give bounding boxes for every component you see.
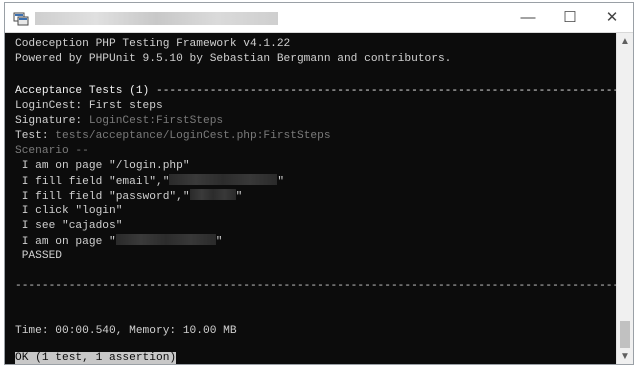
suite-label: Acceptance Tests (1) xyxy=(15,85,156,97)
framework-version-line: Codeception PHP Testing Framework v4.1.2… xyxy=(15,38,291,50)
window-title-redacted xyxy=(35,12,278,25)
title-bar[interactable]: — ☐ ✕ xyxy=(5,3,633,33)
console-window: — ☐ ✕ Codeception PHP Testing Framework … xyxy=(4,2,634,365)
step-fill-password-quote: " xyxy=(235,191,243,203)
step-see-text: I see "cajados" xyxy=(15,220,123,232)
step-click-login: I click "login" xyxy=(15,205,123,217)
step-am-on-page-quote: " xyxy=(215,236,223,248)
console-output[interactable]: Codeception PHP Testing Framework v4.1.2… xyxy=(5,33,633,364)
redacted-email xyxy=(169,174,278,185)
result-summary-selection: OK (1 test, 1 assertion) xyxy=(15,352,177,364)
suite-rule: ----------------------------------------… xyxy=(156,85,634,97)
close-button[interactable]: ✕ xyxy=(591,3,633,32)
step-am-on-page-text: I am on page " xyxy=(15,236,116,248)
test-name-line: LoginCest: First steps xyxy=(15,100,163,112)
scrollbar-thumb[interactable] xyxy=(620,321,630,348)
signature-line: Signature: LoginCest:FirstSteps xyxy=(15,114,223,129)
vertical-scrollbar[interactable]: ▲ ▼ xyxy=(616,33,633,364)
maximize-button[interactable]: ☐ xyxy=(549,3,591,32)
test-status-passed: PASSED xyxy=(15,250,62,262)
redacted-url xyxy=(115,234,216,245)
time-memory-line: Time: 00:00.540, Memory: 10.00 MB xyxy=(15,325,237,337)
step-fill-password: I fill field "password"," " xyxy=(15,189,242,204)
test-path-value: tests/acceptance/LoginCest.php:FirstStep… xyxy=(55,130,331,142)
test-path-line: Test: tests/acceptance/LoginCest.php:Fir… xyxy=(15,129,331,144)
test-label: Test: xyxy=(15,130,56,142)
step-fill-password-text: I fill field "password"," xyxy=(15,191,190,203)
step-am-on-login-page: I am on page "/login.php" xyxy=(15,160,190,172)
step-am-on-page-redacted: I am on page " " xyxy=(15,234,222,249)
step-fill-email: I fill field "email"," " xyxy=(15,174,284,189)
signature-value: LoginCest:FirstSteps xyxy=(88,115,224,127)
phpunit-line: Powered by PHPUnit 9.5.10 by Sebastian B… xyxy=(15,53,452,65)
step-fill-email-quote: " xyxy=(277,176,285,188)
console-app-icon xyxy=(13,12,29,26)
signature-label: Signature: xyxy=(15,115,89,127)
scroll-down-arrow-icon[interactable]: ▼ xyxy=(617,349,633,364)
scenario-line: Scenario -- xyxy=(15,145,89,157)
result-summary-line: OK (1 test, 1 assertion) xyxy=(15,351,177,364)
suite-header-line: Acceptance Tests (1) -------------------… xyxy=(15,84,634,99)
minimize-button[interactable]: — xyxy=(507,3,549,32)
step-fill-email-text: I fill field "email"," xyxy=(15,176,170,188)
footer-rule: ----------------------------------------… xyxy=(15,280,634,292)
scroll-up-arrow-icon[interactable]: ▲ xyxy=(617,34,633,50)
redacted-password xyxy=(189,189,236,200)
